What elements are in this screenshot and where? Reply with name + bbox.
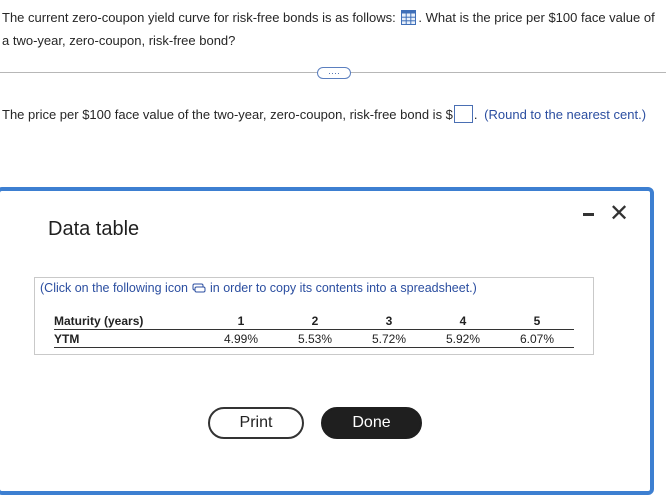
- table-cell: 6.07%: [500, 329, 574, 348]
- dialog-title: Data table: [48, 218, 140, 240]
- table-cell: 5.53%: [278, 329, 352, 348]
- table-grid-icon[interactable]: [401, 9, 417, 25]
- question-text: The current zero-coupon yield curve for …: [2, 6, 664, 52]
- row-header: YTM: [54, 329, 204, 348]
- row-header: Maturity (years): [54, 312, 204, 330]
- minimize-icon[interactable]: [583, 213, 594, 216]
- rounding-note: (Round to the nearest cent.): [484, 107, 647, 122]
- expand-more-button[interactable]: ····: [317, 67, 351, 79]
- table-cell: 4.99%: [204, 329, 278, 348]
- answer-prefix: The price per $100 face value of the two…: [2, 107, 453, 122]
- print-button[interactable]: Print: [208, 407, 304, 439]
- table-cell: 5.92%: [426, 329, 500, 348]
- table-cell: 1: [204, 312, 278, 330]
- question-part-1: The current zero-coupon yield curve for …: [2, 10, 396, 25]
- answer-input[interactable]: [453, 105, 473, 123]
- table-cell: 3: [352, 312, 426, 330]
- copy-icon[interactable]: [192, 282, 206, 293]
- yield-table: Maturity (years) 1 2 3 4 5 YTM 4.99% 5.5…: [54, 312, 574, 348]
- table-cell: 5.72%: [352, 329, 426, 348]
- answer-suffix: .: [473, 107, 478, 122]
- close-icon[interactable]: ✕: [607, 202, 631, 226]
- table-cell: 4: [426, 312, 500, 330]
- copy-instruction: (Click on the following icon in order to …: [40, 281, 477, 295]
- done-button[interactable]: Done: [321, 407, 422, 439]
- table-cell: 5: [500, 312, 574, 330]
- table-row-maturity: Maturity (years) 1 2 3 4 5: [54, 312, 574, 330]
- copy-instruction-after: in order to copy its contents into a spr…: [210, 281, 477, 295]
- table-row-ytm: YTM 4.99% 5.53% 5.72% 5.92% 6.07%: [54, 329, 574, 348]
- table-cell: 2: [278, 312, 352, 330]
- copy-instruction-before: (Click on the following icon: [40, 281, 188, 295]
- answer-line: The price per $100 face value of the two…: [2, 105, 646, 123]
